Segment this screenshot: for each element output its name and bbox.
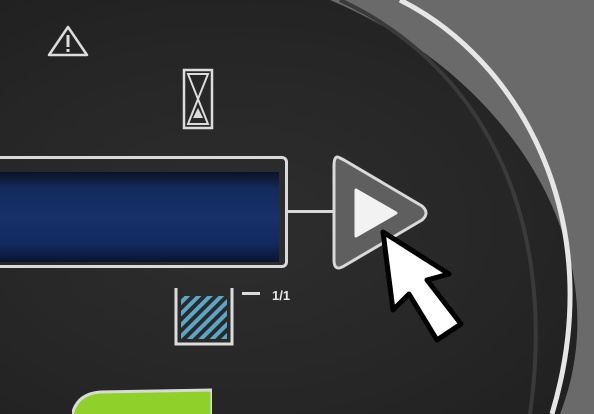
arrow-pointer-icon (380, 229, 464, 343)
green-button-edge[interactable] (72, 388, 212, 414)
control-panel: 1/1 (0, 0, 594, 414)
level-ratio-label: 1/1 (272, 288, 291, 303)
warning-icon (47, 25, 89, 57)
level-indicator-icon (174, 288, 234, 346)
hourglass-icon (182, 68, 214, 130)
lcd-display (0, 172, 279, 262)
level-marker-line (242, 292, 260, 295)
level-fill (181, 296, 227, 339)
